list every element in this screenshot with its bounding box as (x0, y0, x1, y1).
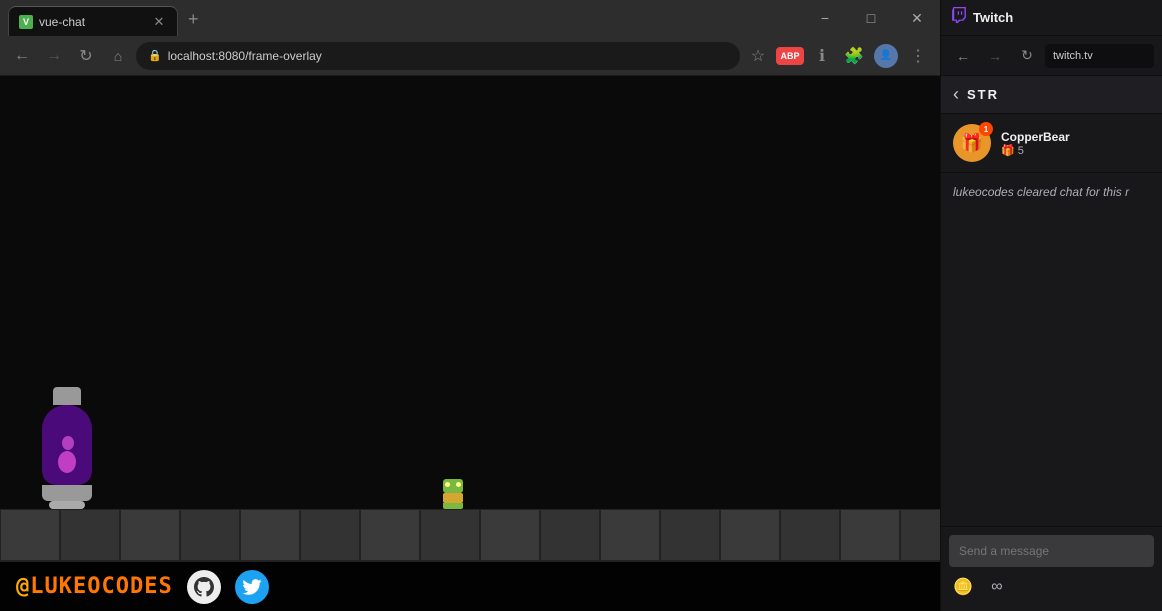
address-text: localhost:8080/frame-overlay (168, 49, 728, 63)
twitch-back-icon: ← (956, 48, 970, 64)
new-tab-button[interactable]: + (178, 5, 209, 34)
twitch-address-bar[interactable]: twitch.tv (1045, 44, 1154, 68)
handle-text: LUKEOCODES (30, 574, 172, 599)
twitch-forward-icon: → (988, 48, 1002, 64)
gift-info: CopperBear 🎁 5 (1001, 130, 1070, 157)
home-button[interactable]: ⌂ (104, 42, 132, 70)
twitch-logo-icon (951, 7, 967, 28)
stream-label: STR (967, 87, 999, 102)
maximize-icon: □ (867, 10, 875, 26)
forward-button[interactable]: → (40, 42, 68, 70)
twitch-back-button[interactable]: ← (949, 42, 977, 70)
reload-button[interactable]: ↻ (72, 42, 100, 70)
home-icon: ⌂ (114, 48, 122, 64)
stream-header: ‹ STR (941, 76, 1162, 114)
toolbar: ← → ↻ ⌂ 🔒 localhost:8080/frame-overlay ☆… (0, 36, 940, 76)
close-icon: ✕ (911, 10, 923, 27)
twitter-icon (242, 579, 262, 595)
gift-sub-count: 🎁 5 (1001, 144, 1070, 157)
back-button[interactable]: ← (8, 42, 36, 70)
gift-icon: 🎁 (961, 133, 983, 154)
twitch-url-text: twitch.tv (1053, 50, 1093, 62)
gift-notification: 🎁 1 CopperBear 🎁 5 (941, 114, 1162, 173)
info-button[interactable]: ℹ (808, 42, 836, 70)
coin-button[interactable]: 🪙 (949, 573, 977, 601)
window-controls: − □ ✕ (802, 0, 940, 36)
twitch-reload-icon: ↻ (1021, 47, 1033, 64)
lava-lamp (42, 387, 92, 509)
menu-icon: ⋮ (910, 46, 926, 66)
ground (0, 509, 940, 561)
tab-favicon: V (19, 15, 33, 29)
coin-icon: 🪙 (953, 577, 973, 597)
twitter-button[interactable] (235, 570, 269, 604)
game-area (0, 76, 940, 561)
twitch-reload-button[interactable]: ↻ (1013, 42, 1041, 70)
chat-collapse-button[interactable]: ‹ (953, 84, 959, 105)
gift-badge-number: 1 (979, 122, 993, 136)
bookmark-button[interactable]: ☆ (744, 42, 772, 70)
menu-button[interactable]: ⋮ (904, 42, 932, 70)
avatar: 👤 (874, 44, 898, 68)
abp-button[interactable]: ABP (776, 47, 804, 65)
info-icon: ℹ (819, 46, 825, 66)
active-tab[interactable]: V vue-chat ✕ (8, 6, 178, 36)
tab-bar: V vue-chat ✕ + (8, 5, 932, 36)
twitch-forward-button[interactable]: → (981, 42, 1009, 70)
lock-icon: 🔒 (148, 49, 162, 62)
chat-action-bar: 🪙 ∞ (949, 567, 1154, 603)
extensions-icon: 🧩 (844, 46, 864, 66)
maximize-button[interactable]: □ (848, 0, 894, 36)
reload-icon: ↻ (79, 46, 92, 66)
gift-badge: 🎁 1 (953, 124, 991, 162)
chat-input-area: 🪙 ∞ (941, 526, 1162, 611)
collapse-icon: ‹ (953, 84, 959, 105)
handle-at: @ (16, 574, 30, 599)
twitch-title: Twitch (973, 10, 1152, 25)
star-icon: ☆ (751, 46, 765, 66)
chat-input[interactable] (949, 535, 1154, 567)
chat-area: lukeocodes cleared chat for this r (941, 173, 1162, 526)
twitch-toolbar: ← → ↻ twitch.tv (941, 36, 1162, 76)
extensions-button[interactable]: 🧩 (840, 42, 868, 70)
minimize-icon: − (821, 10, 829, 26)
github-icon (194, 577, 214, 597)
forward-icon: → (46, 47, 62, 65)
system-message: lukeocodes cleared chat for this r (953, 185, 1129, 199)
twitch-title-bar: Twitch (941, 0, 1162, 36)
github-button[interactable] (187, 570, 221, 604)
infinity-button[interactable]: ∞ (983, 573, 1011, 601)
twitch-panel: Twitch ← → ↻ twitch.tv ‹ STR (940, 0, 1162, 611)
tab-title: vue-chat (39, 15, 145, 29)
tab-close-icon[interactable]: ✕ (151, 14, 167, 30)
close-button[interactable]: ✕ (894, 0, 940, 36)
address-bar-container[interactable]: 🔒 localhost:8080/frame-overlay (136, 42, 740, 70)
stream-handle: @LUKEOCODES (16, 574, 173, 599)
abp-label: ABP (780, 51, 799, 61)
back-icon: ← (14, 47, 30, 65)
minimize-button[interactable]: − (802, 0, 848, 36)
game-character (443, 479, 463, 509)
bottom-bar: @LUKEOCODES (0, 561, 940, 611)
infinity-icon: ∞ (991, 578, 1002, 596)
gift-username: CopperBear (1001, 130, 1070, 144)
title-bar: V vue-chat ✕ + − □ ✕ (0, 0, 940, 36)
profile-button[interactable]: 👤 (872, 42, 900, 70)
